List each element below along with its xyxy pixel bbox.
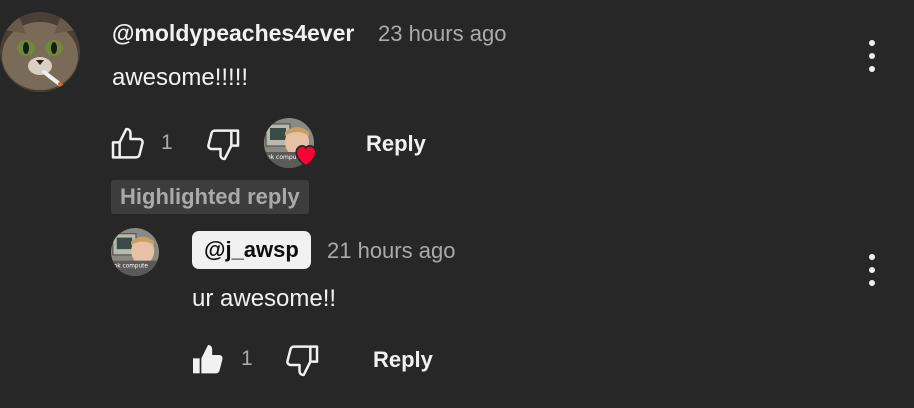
reply-text: ur awesome!! <box>192 285 337 312</box>
reply-like-count: 1 <box>241 347 253 370</box>
like-icon[interactable] <box>108 124 148 169</box>
reply-timestamp[interactable]: 21 hours ago <box>327 238 455 264</box>
commenter-avatar[interactable] <box>0 12 80 92</box>
comment-text: awesome!!!!! <box>112 64 249 91</box>
reply-reply-button[interactable]: Reply <box>373 347 433 373</box>
comment-thread: @moldypeaches4ever 23 hours ago awesome!… <box>0 0 914 408</box>
like-filled-icon[interactable] <box>188 340 228 385</box>
reply-avatar[interactable]: ok compute <box>111 228 159 276</box>
reply-dislike-icon[interactable] <box>282 340 322 385</box>
heart-icon <box>293 143 319 172</box>
like-count: 1 <box>161 131 173 154</box>
highlighted-reply-badge: Highlighted reply <box>111 180 309 214</box>
comment-timestamp[interactable]: 23 hours ago <box>378 21 506 47</box>
reply-button[interactable]: Reply <box>366 131 426 157</box>
comment-author[interactable]: @moldypeaches4ever <box>112 20 354 47</box>
dislike-icon[interactable] <box>203 124 243 169</box>
reply-author-chip[interactable]: @j_awsp <box>192 231 311 269</box>
comment-menu-icon[interactable] <box>862 38 882 74</box>
avatar-caption: ok compute <box>114 263 149 269</box>
reply-menu-icon[interactable] <box>862 252 882 288</box>
